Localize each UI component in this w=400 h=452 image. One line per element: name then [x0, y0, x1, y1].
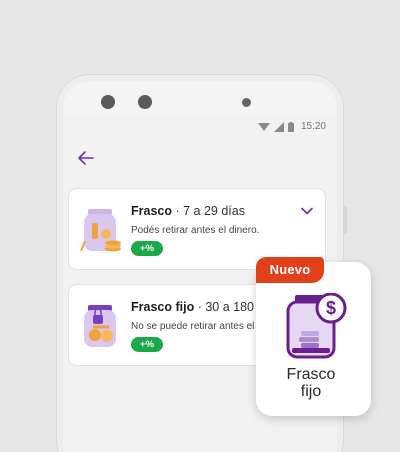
callout-label-line2: fijo	[300, 383, 322, 400]
battery-icon	[287, 121, 294, 132]
side-button	[343, 206, 347, 234]
chevron-down-icon[interactable]	[301, 207, 313, 215]
rate-badge: +%	[131, 337, 163, 352]
signal-icon	[273, 121, 284, 132]
new-tag: Nuevo	[256, 257, 324, 283]
product-description: Podés retirar antes el dinero.	[131, 225, 260, 236]
wifi-icon	[257, 122, 270, 131]
locked-jar-coins-icon	[84, 305, 116, 347]
jar-coins-icon	[80, 209, 121, 252]
product-name: Frasco fijo	[131, 300, 195, 314]
rate-badge: +%	[131, 241, 163, 256]
arrow-left-icon[interactable]	[76, 148, 96, 168]
card-title: Frasco · 7 a 29 días	[131, 204, 245, 218]
front-camera	[101, 95, 115, 109]
status-bar: 15:20	[64, 118, 336, 138]
light-sensor	[242, 98, 251, 107]
callout-label-line1: Frasco	[286, 366, 336, 383]
product-name: Frasco	[131, 204, 172, 218]
proximity-sensor	[138, 95, 152, 109]
product-term: · 7 a 29 días	[172, 204, 245, 218]
svg-text:$: $	[326, 298, 336, 318]
callout-label: Frasco fijo	[256, 366, 366, 400]
status-time: 15:20	[300, 121, 326, 132]
jar-dollar-icon: $	[286, 293, 347, 359]
